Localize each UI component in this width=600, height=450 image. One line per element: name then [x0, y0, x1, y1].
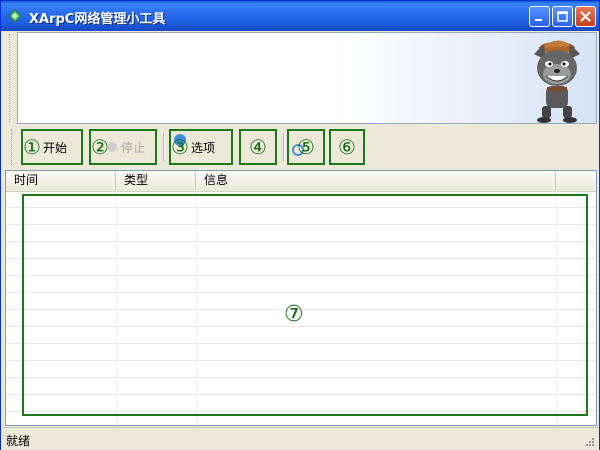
minimize-icon	[535, 19, 542, 21]
button-4[interactable]: ④	[239, 129, 277, 165]
marker-6: ⑥	[338, 135, 356, 159]
maximize-button[interactable]	[552, 6, 573, 27]
list-highlight-box: ⑦	[22, 194, 588, 416]
minimize-button[interactable]	[529, 6, 550, 27]
app-logo-icon	[8, 9, 22, 23]
start-label: 开始	[42, 140, 67, 155]
log-list[interactable]: 时间 类型 信息 ⑦	[5, 170, 597, 426]
banner-grip	[9, 34, 12, 122]
marker-5: ⑤	[297, 135, 315, 159]
button-6[interactable]: ⑥	[329, 129, 365, 165]
wolf-mascot-image	[534, 40, 580, 123]
start-button[interactable]: ① 开始	[21, 129, 83, 165]
status-text: 就绪	[6, 434, 31, 448]
column-header-type[interactable]: 类型	[116, 171, 196, 190]
list-header: 时间 类型 信息	[6, 171, 596, 192]
column-header-time[interactable]: 时间	[6, 171, 116, 190]
options-label: 选项	[190, 140, 215, 155]
stop-label: 停止	[120, 140, 145, 155]
marker-1: ①	[23, 135, 41, 159]
resize-grip-icon[interactable]	[583, 435, 595, 447]
window-title: XArpC网络管理小工具	[29, 12, 166, 27]
app-window: XArpC网络管理小工具 ① 开始 ② 停止 ③ 选项 ④ ⑤ ⑥ 时间 类型 …	[0, 0, 600, 450]
stop-button[interactable]: ② 停止	[89, 129, 157, 165]
close-button[interactable]	[575, 6, 596, 27]
toolbar: ① 开始 ② 停止 ③ 选项 ④ ⑤ ⑥	[3, 125, 597, 169]
column-header-info[interactable]: 信息	[196, 171, 556, 190]
marker-3: ③	[171, 135, 189, 159]
banner	[17, 32, 597, 124]
toolbar-grip[interactable]	[11, 129, 14, 165]
close-icon	[580, 11, 591, 22]
marker-4: ④	[249, 135, 267, 159]
marker-7: ⑦	[284, 302, 304, 327]
title-bar[interactable]: XArpC网络管理小工具	[1, 1, 599, 31]
button-5[interactable]: ⑤	[287, 129, 325, 165]
toolbar-separator	[283, 133, 285, 161]
toolbar-separator	[163, 133, 165, 161]
stop-icon	[106, 142, 117, 152]
options-button[interactable]: ③ 选项	[169, 129, 233, 165]
maximize-icon	[557, 11, 568, 22]
status-bar: 就绪	[1, 427, 599, 450]
